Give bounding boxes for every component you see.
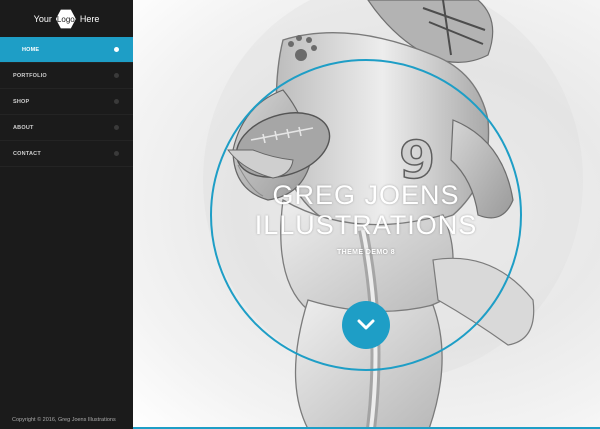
nav-indicator-dot [114,99,119,104]
nav-item-shop[interactable]: SHOP [0,89,133,115]
hero-title: GREG JOENS ILLUSTRATIONS [195,180,537,240]
copyright-text: Copyright © 2016, Greg Joens Illustratio… [12,417,116,423]
logo-text-right: Here [79,14,100,24]
sidebar: Your Logo Here HOME PORTFOLIO SHOP ABOUT… [0,0,140,429]
hero-title-line1: GREG JOENS [272,180,460,210]
nav-indicator-dot [114,73,119,78]
nav-item-label: HOME [22,46,40,53]
main-nav: HOME PORTFOLIO SHOP ABOUT CONTACT [0,37,140,167]
hero-section: 9 GREG JOENS ILLUSTRATIONS THEME DEMO 8 [133,0,600,429]
hero-subtitle: THEME DEMO 8 [336,249,396,256]
logo-hexagon: Logo [55,9,76,29]
scroll-down-button[interactable] [342,301,390,349]
nav-item-label: PORTFOLIO [13,72,47,79]
chevron-down-icon [357,319,375,330]
nav-item-contact[interactable]: CONTACT [0,141,133,167]
nav-indicator-dot [114,151,119,156]
nav-item-about[interactable]: ABOUT [0,115,133,141]
nav-item-home[interactable]: HOME [0,37,140,63]
nav-indicator-dot [114,47,119,52]
logo-text-left: Your [33,14,52,24]
nav-item-label: ABOUT [13,124,34,131]
site-logo[interactable]: Your Logo Here [0,0,133,38]
logo-text-center: Logo [56,14,75,24]
hero-title-line2: ILLUSTRATIONS [254,210,478,240]
nav-indicator-dot [114,125,119,130]
nav-item-label: SHOP [13,98,30,105]
nav-item-portfolio[interactable]: PORTFOLIO [0,63,133,89]
nav-item-label: CONTACT [13,150,41,157]
